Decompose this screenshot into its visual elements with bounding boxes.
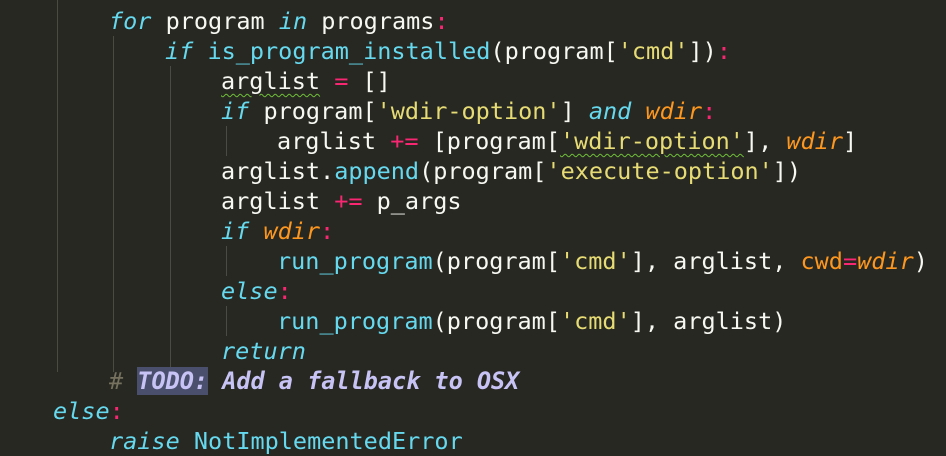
keyword-argument: cwd [800,247,843,275]
indent-guide-6 [226,306,227,336]
code-line-run-cwd[interactable]: run_program(program['cmd'], arglist, cwd… [277,246,928,276]
code-line-arglist-init[interactable]: arglist = [] [221,66,391,96]
code-line-pargs[interactable]: arglist += p_args [221,186,462,216]
parameter: wdir [857,247,914,275]
indent-guide-1 [57,0,58,372]
token-colon: : [109,397,124,425]
token-close: ], [743,127,787,155]
exception-name: NotImplementedError [179,427,463,455]
token-open: (program[ [419,157,547,185]
token-var: program [151,7,279,35]
token-value: p_args [376,187,462,215]
token-colon: : [716,37,731,65]
comment-hash: # [109,367,138,395]
string-literal: 'cmd' [559,247,631,275]
code-line-arglist-plus[interactable]: arglist += [program['wdir-option'], wdir… [277,126,857,156]
indent-guide-2 [113,36,114,372]
parameter: wdir [631,97,703,125]
token-end: ) [913,247,928,275]
string-literal: 'execute-option' [546,157,773,185]
token-close: ]) [772,157,802,185]
string-literal: 'cmd' [559,307,631,335]
variable-name: arglist [221,67,321,95]
operator: = [320,67,363,95]
token-colon: : [434,7,449,35]
function-name: run_program [277,247,433,275]
token-open: (program[ [432,247,560,275]
string-literal: 'wdir-option' [559,127,744,155]
operator: += [376,127,433,155]
token-close: ] [560,97,589,125]
token-value: [] [362,67,391,95]
code-line-else-outer[interactable]: else: [53,396,124,426]
token-rest: programs [307,7,435,35]
token-colon: : [277,277,292,305]
todo-tag: TODO: [137,367,209,395]
token-end: ], arglist) [630,307,787,335]
parameter: wdir [249,217,321,245]
keyword-if: if [165,37,194,65]
todo-comment-text: Add a fallback to OSX [208,367,520,395]
keyword-else: else [53,397,110,425]
keyword-raise: raise [109,427,180,455]
code-line-append[interactable]: arglist.append(program['execute-option']… [221,156,801,186]
keyword-and: and [588,97,632,125]
keyword-for: for [109,7,152,35]
string-literal: 'wdir-option' [376,97,561,125]
token-close: ]) [688,37,717,65]
indent-guide-4 [226,126,227,156]
keyword-else: else [221,277,278,305]
keyword-in: in [278,7,308,35]
code-line-else-inner[interactable]: else: [221,276,292,306]
keyword-if: if [221,97,250,125]
variable-name: arglist [277,127,377,155]
operator: = [842,247,858,275]
token-mid: ], arglist, [630,247,801,275]
token-colon: : [702,97,717,125]
code-line-for[interactable]: for program in programs: [109,6,449,36]
variable-name: arglist [221,187,321,215]
token-open: [program[ [432,127,560,155]
token-object: arglist. [221,157,335,185]
code-line-if-installed[interactable]: if is_program_installed(program['cmd']): [165,36,731,66]
token-mid: program[ [249,97,377,125]
function-name: run_program [277,307,433,335]
keyword-if: if [221,217,250,245]
token-colon: : [320,217,335,245]
function-name: append [334,157,420,185]
indent-guide-3 [170,66,171,372]
parameter: wdir [786,127,843,155]
code-line-raise[interactable]: raise NotImplementedError [109,426,463,456]
code-line-todo[interactable]: # TODO: Add a fallback to OSX [109,366,519,396]
code-editor[interactable]: for program in programs: if is_program_i… [0,0,946,456]
token-open: (program[ [490,37,618,65]
token-open: (program[ [432,307,560,335]
keyword-return: return [221,337,306,365]
function-name: is_program_installed [193,37,491,65]
code-line-if-wdir[interactable]: if wdir: [221,216,334,246]
code-line-return[interactable]: return [221,336,306,366]
indent-guide-5 [226,246,227,276]
code-line-run[interactable]: run_program(program['cmd'], arglist) [277,306,786,336]
token-end: ] [842,127,858,155]
code-line-partial [370,0,910,11]
string-literal: 'cmd' [617,37,689,65]
code-line-if-wdir-option[interactable]: if program['wdir-option'] and wdir: [221,96,716,126]
operator: += [320,187,377,215]
